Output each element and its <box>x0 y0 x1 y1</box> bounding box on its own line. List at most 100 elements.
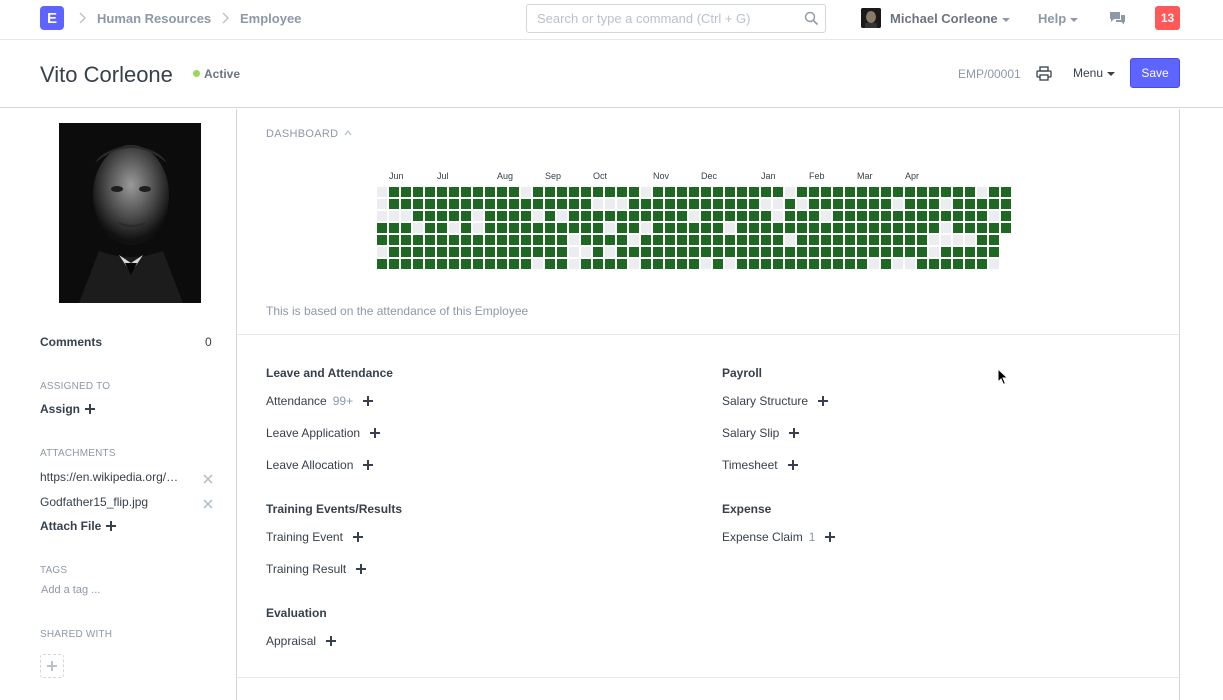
comments-label[interactable]: Comments <box>40 335 102 349</box>
heatmap-day-cell[interactable] <box>821 211 831 221</box>
heatmap-day-cell[interactable] <box>869 247 879 257</box>
heatmap-day-cell[interactable] <box>641 187 651 197</box>
heatmap-day-cell[interactable] <box>773 211 783 221</box>
heatmap-day-cell[interactable] <box>869 223 879 233</box>
heatmap-day-cell[interactable] <box>737 187 747 197</box>
heatmap-day-cell[interactable] <box>449 259 459 269</box>
heatmap-day-cell[interactable] <box>581 235 591 245</box>
heatmap-day-cell[interactable] <box>701 247 711 257</box>
heatmap-day-cell[interactable] <box>857 247 867 257</box>
heatmap-day-cell[interactable] <box>581 223 591 233</box>
heatmap-day-cell[interactable] <box>509 211 519 221</box>
breadcrumb-human-resources[interactable]: Human Resources <box>97 11 211 26</box>
heatmap-day-cell[interactable] <box>701 259 711 269</box>
heatmap-day-cell[interactable] <box>749 199 759 209</box>
plus-icon[interactable] <box>787 460 798 470</box>
heatmap-day-cell[interactable] <box>881 247 891 257</box>
heatmap-day-cell[interactable] <box>785 211 795 221</box>
heatmap-day-cell[interactable] <box>509 259 519 269</box>
heatmap-day-cell[interactable] <box>893 199 903 209</box>
heatmap-day-cell[interactable] <box>521 211 531 221</box>
heatmap-day-cell[interactable] <box>689 211 699 221</box>
heatmap-day-cell[interactable] <box>533 235 543 245</box>
heatmap-day-cell[interactable] <box>425 223 435 233</box>
heatmap-day-cell[interactable] <box>797 223 807 233</box>
heatmap-day-cell[interactable] <box>773 247 783 257</box>
heatmap-day-cell[interactable] <box>761 187 771 197</box>
heatmap-day-cell[interactable] <box>449 247 459 257</box>
heatmap-day-cell[interactable] <box>413 211 423 221</box>
app-logo[interactable]: E <box>40 6 64 30</box>
heatmap-day-cell[interactable] <box>869 211 879 221</box>
heatmap-day-cell[interactable] <box>725 235 735 245</box>
heatmap-day-cell[interactable] <box>725 223 735 233</box>
heatmap-day-cell[interactable] <box>629 199 639 209</box>
heatmap-day-cell[interactable] <box>629 187 639 197</box>
heatmap-day-cell[interactable] <box>797 199 807 209</box>
heatmap-day-cell[interactable] <box>809 187 819 197</box>
search-icon[interactable] <box>804 11 819 26</box>
heatmap-day-cell[interactable] <box>617 223 627 233</box>
heatmap-day-cell[interactable] <box>437 211 447 221</box>
heatmap-day-cell[interactable] <box>389 199 399 209</box>
plus-icon[interactable] <box>363 460 374 470</box>
plus-icon[interactable] <box>789 428 800 438</box>
heatmap-day-cell[interactable] <box>737 235 747 245</box>
heatmap-day-cell[interactable] <box>569 223 579 233</box>
user-avatar[interactable] <box>861 8 881 28</box>
heatmap-day-cell[interactable] <box>725 211 735 221</box>
heatmap-day-cell[interactable] <box>701 187 711 197</box>
heatmap-day-cell[interactable] <box>785 235 795 245</box>
heatmap-day-cell[interactable] <box>401 247 411 257</box>
heatmap-day-cell[interactable] <box>821 187 831 197</box>
heatmap-day-cell[interactable] <box>641 223 651 233</box>
heatmap-day-cell[interactable] <box>773 235 783 245</box>
heatmap-day-cell[interactable] <box>497 259 507 269</box>
heatmap-day-cell[interactable] <box>905 187 915 197</box>
heatmap-day-cell[interactable] <box>545 247 555 257</box>
heatmap-day-cell[interactable] <box>653 247 663 257</box>
heatmap-day-cell[interactable] <box>953 259 963 269</box>
heatmap-day-cell[interactable] <box>977 247 987 257</box>
heatmap-day-cell[interactable] <box>977 211 987 221</box>
heatmap-day-cell[interactable] <box>605 199 615 209</box>
heatmap-day-cell[interactable] <box>821 223 831 233</box>
heatmap-day-cell[interactable] <box>893 223 903 233</box>
heatmap-day-cell[interactable] <box>581 259 591 269</box>
heatmap-day-cell[interactable] <box>641 247 651 257</box>
heatmap-day-cell[interactable] <box>785 223 795 233</box>
heatmap-day-cell[interactable] <box>989 247 999 257</box>
heatmap-day-cell[interactable] <box>677 187 687 197</box>
heatmap-day-cell[interactable] <box>677 259 687 269</box>
heatmap-day-cell[interactable] <box>1001 223 1011 233</box>
heatmap-day-cell[interactable] <box>941 223 951 233</box>
heatmap-day-cell[interactable] <box>617 259 627 269</box>
heatmap-day-cell[interactable] <box>689 259 699 269</box>
heatmap-day-cell[interactable] <box>425 235 435 245</box>
heatmap-day-cell[interactable] <box>521 187 531 197</box>
heatmap-day-cell[interactable] <box>413 259 423 269</box>
heatmap-day-cell[interactable] <box>485 187 495 197</box>
heatmap-day-cell[interactable] <box>545 211 555 221</box>
heatmap-day-cell[interactable] <box>929 247 939 257</box>
heatmap-day-cell[interactable] <box>713 235 723 245</box>
heatmap-day-cell[interactable] <box>461 199 471 209</box>
heatmap-day-cell[interactable] <box>473 187 483 197</box>
search-input[interactable] <box>527 5 787 32</box>
link-salary-slip[interactable]: Salary Slip <box>722 426 800 440</box>
heatmap-day-cell[interactable] <box>569 211 579 221</box>
heatmap-day-cell[interactable] <box>473 199 483 209</box>
save-button[interactable]: Save <box>1130 58 1180 88</box>
heatmap-day-cell[interactable] <box>497 187 507 197</box>
heatmap-day-cell[interactable] <box>533 199 543 209</box>
heatmap-day-cell[interactable] <box>917 199 927 209</box>
heatmap-day-cell[interactable] <box>773 199 783 209</box>
heatmap-day-cell[interactable] <box>533 211 543 221</box>
heatmap-day-cell[interactable] <box>485 199 495 209</box>
heatmap-day-cell[interactable] <box>881 223 891 233</box>
heatmap-day-cell[interactable] <box>497 211 507 221</box>
heatmap-day-cell[interactable] <box>641 235 651 245</box>
heatmap-day-cell[interactable] <box>665 187 675 197</box>
heatmap-day-cell[interactable] <box>533 187 543 197</box>
plus-icon[interactable] <box>363 396 374 406</box>
